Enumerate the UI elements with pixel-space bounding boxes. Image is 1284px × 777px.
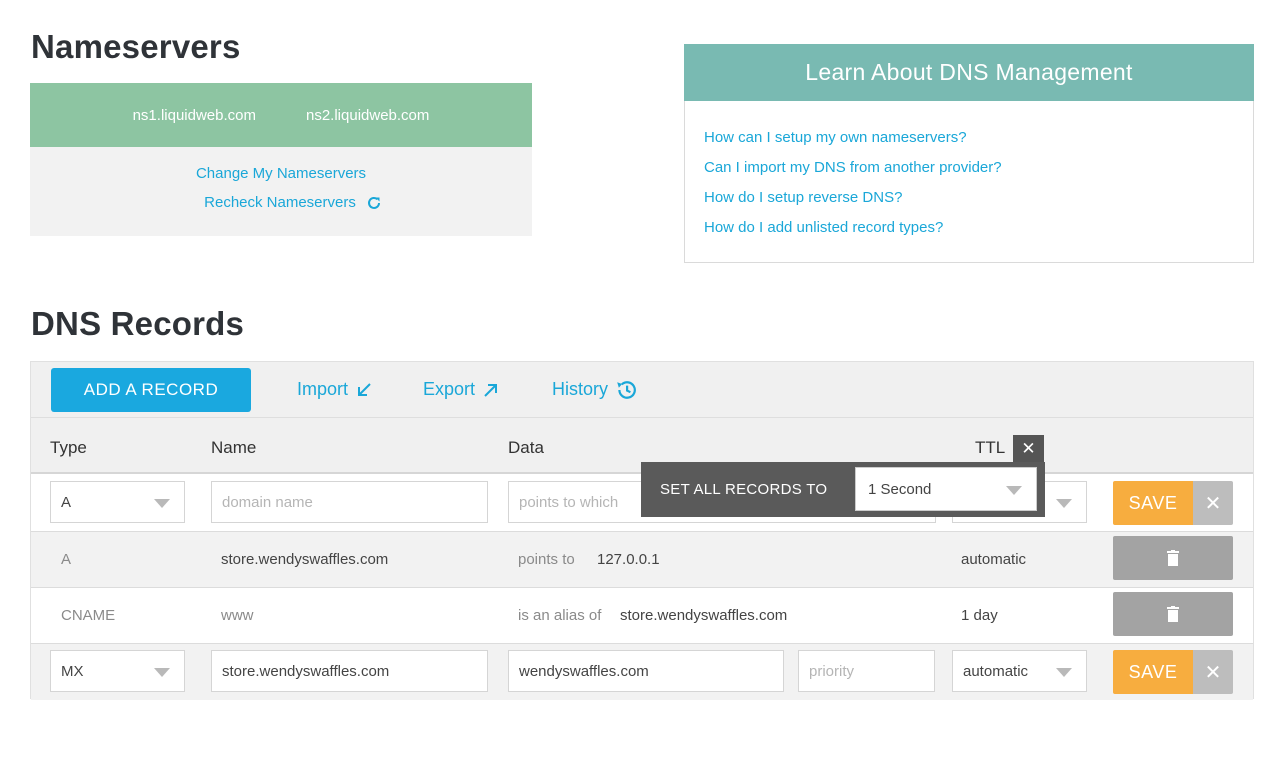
table-row: CNAME www is an alias of store.wendyswaf… xyxy=(31,588,1253,644)
chevron-down-icon xyxy=(1056,668,1072,677)
record-name: www xyxy=(221,607,254,624)
record-ttl: 1 day xyxy=(961,607,998,624)
recheck-nameservers-link[interactable]: Recheck Nameservers xyxy=(180,194,382,211)
nameserver-2: ns2.liquidweb.com xyxy=(306,106,430,124)
dns-records-panel: ADD A RECORD Import Export History Type … xyxy=(30,361,1254,700)
import-label: Import xyxy=(297,379,349,399)
edit-name-value: store.wendyswaffles.com xyxy=(222,662,390,680)
refresh-icon xyxy=(367,196,380,209)
edit-record-save-button[interactable]: SAVE xyxy=(1113,650,1193,694)
learn-link-own-nameservers[interactable]: How can I setup my own nameservers? xyxy=(704,129,1253,146)
set-all-ttl-select[interactable]: 1 Second xyxy=(855,467,1037,511)
export-label: Export xyxy=(423,379,476,399)
record-type: CNAME xyxy=(61,607,116,624)
new-type-value: A xyxy=(61,493,72,511)
history-clock-icon xyxy=(617,380,636,399)
edit-data-input[interactable]: wendyswaffles.com xyxy=(508,650,784,692)
table-row: A store.wendyswaffles.com points to 127.… xyxy=(31,532,1253,588)
col-ttl: TTL xyxy=(975,438,1006,457)
history-link[interactable]: History xyxy=(552,379,637,401)
chevron-down-icon xyxy=(1006,486,1022,495)
edit-name-input[interactable]: store.wendyswaffles.com xyxy=(211,650,488,692)
edit-type-value: MX xyxy=(61,662,84,680)
nameservers-title: Nameservers xyxy=(31,28,241,65)
delete-record-button[interactable] xyxy=(1113,536,1233,580)
edit-ttl-select[interactable]: automatic xyxy=(952,650,1087,692)
learn-link-reverse-dns[interactable]: How do I setup reverse DNS? xyxy=(704,189,1253,206)
edit-record-cancel-button[interactable]: ✕ xyxy=(1193,650,1233,694)
recheck-nameservers-label: Recheck Nameservers xyxy=(204,194,356,211)
edit-record-row: MX store.wendyswaffles.com wendyswaffles… xyxy=(31,644,1253,700)
new-record-save-group: SAVE ✕ xyxy=(1113,481,1233,525)
new-data-placeholder: points to which xyxy=(519,493,619,511)
edit-data-value: wendyswaffles.com xyxy=(519,662,649,680)
set-all-label: SET ALL RECORDS TO xyxy=(660,481,828,498)
record-data-value: 127.0.0.1 xyxy=(597,551,660,568)
new-type-select[interactable]: A xyxy=(50,481,185,523)
delete-record-button[interactable] xyxy=(1113,592,1233,636)
new-record-save-button[interactable]: SAVE xyxy=(1113,481,1193,525)
import-link[interactable]: Import xyxy=(297,379,373,400)
trash-icon xyxy=(1167,550,1179,566)
chevron-down-icon xyxy=(1056,499,1072,508)
learn-dns-panel: Learn About DNS Management How can I set… xyxy=(684,44,1254,263)
record-ttl: automatic xyxy=(961,551,1027,568)
edit-priority-input[interactable]: priority xyxy=(798,650,935,692)
edit-priority-placeholder: priority xyxy=(809,662,855,680)
change-nameservers-link[interactable]: Change My Nameservers xyxy=(196,165,366,182)
export-link[interactable]: Export xyxy=(423,379,500,400)
import-arrow-icon xyxy=(358,382,371,396)
export-arrow-icon xyxy=(484,383,498,397)
learn-link-import-dns[interactable]: Can I import my DNS from another provide… xyxy=(704,159,1253,176)
nameserver-1: ns1.liquidweb.com xyxy=(132,106,256,124)
set-all-ttl-popover: SET ALL RECORDS TO 1 Second xyxy=(641,462,1045,517)
record-data-prefix: points to xyxy=(518,551,575,568)
record-data-value: store.wendyswaffles.com xyxy=(620,607,788,624)
edit-record-save-group: SAVE ✕ xyxy=(1113,650,1233,694)
col-type: Type xyxy=(50,438,87,457)
set-all-ttl-value: 1 Second xyxy=(868,481,932,498)
set-all-close-button[interactable]: ✕ xyxy=(1013,435,1044,463)
record-name: store.wendyswaffles.com xyxy=(221,551,389,568)
chevron-down-icon xyxy=(154,668,170,677)
record-data-prefix: is an alias of xyxy=(518,607,602,624)
learn-link-unlisted-records[interactable]: How do I add unlisted record types? xyxy=(704,219,1253,236)
col-data: Data xyxy=(508,438,544,457)
record-type: A xyxy=(61,551,72,568)
new-record-cancel-button[interactable]: ✕ xyxy=(1193,481,1233,525)
dns-records-title: DNS Records xyxy=(31,305,245,342)
history-label: History xyxy=(552,379,609,399)
chevron-down-icon xyxy=(154,499,170,508)
add-record-button[interactable]: ADD A RECORD xyxy=(51,367,251,412)
edit-type-select[interactable]: MX xyxy=(50,650,185,692)
new-name-placeholder: domain name xyxy=(222,493,313,511)
nameservers-panel: ns1.liquidweb.com ns2.liquidweb.com Chan… xyxy=(30,83,532,236)
dns-toolbar: ADD A RECORD Import Export History xyxy=(31,362,1253,417)
nameservers-bar: ns1.liquidweb.com ns2.liquidweb.com xyxy=(30,83,532,147)
learn-dns-title: Learn About DNS Management xyxy=(684,44,1254,101)
new-name-input[interactable]: domain name xyxy=(211,481,488,523)
col-name: Name xyxy=(211,438,257,457)
trash-icon xyxy=(1167,606,1179,622)
edit-ttl-value: automatic xyxy=(963,662,1029,680)
